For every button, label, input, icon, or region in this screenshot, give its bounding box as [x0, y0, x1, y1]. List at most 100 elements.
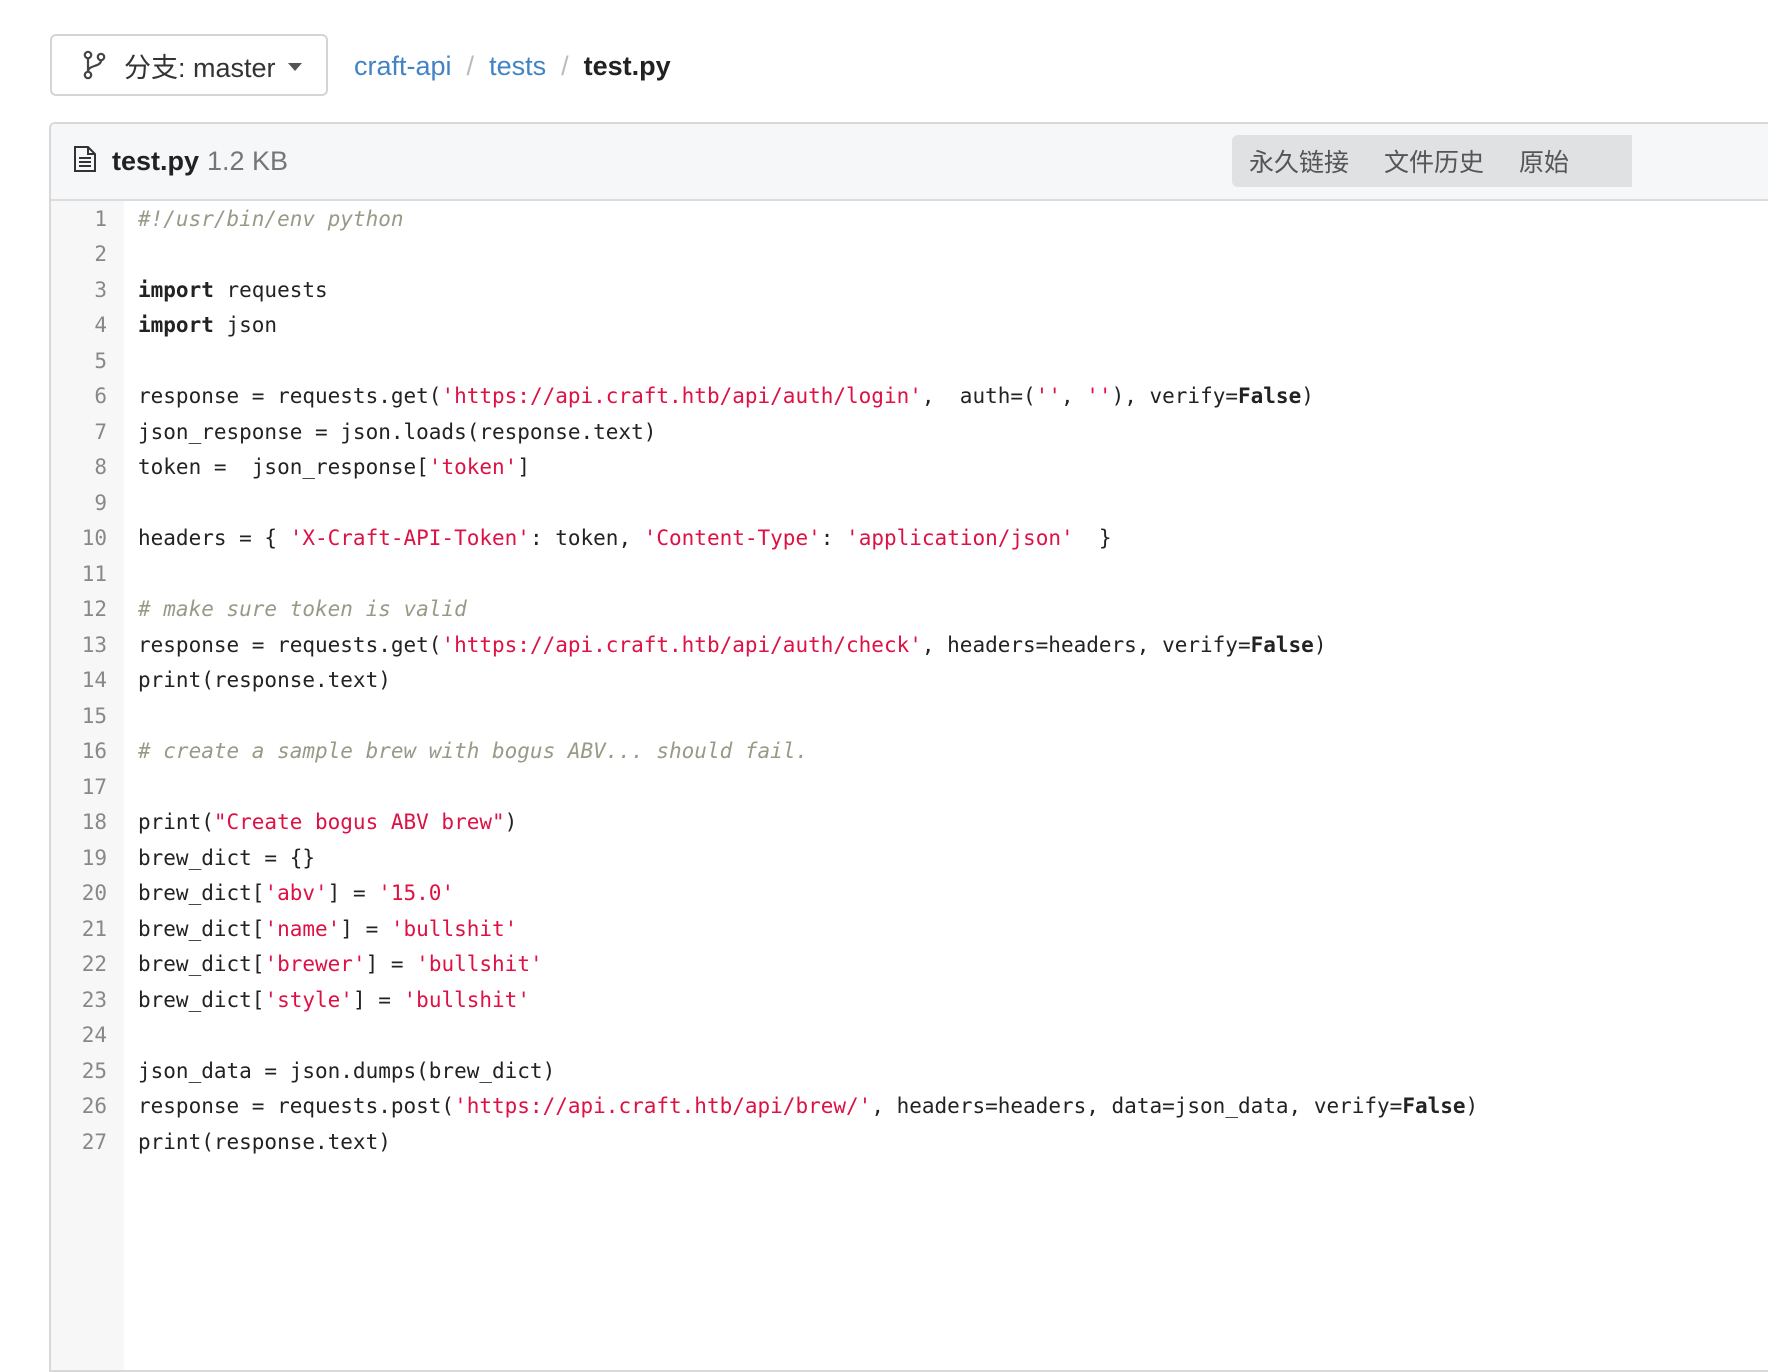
code-token-str: 'bullshit'	[416, 952, 543, 977]
code-line: 6 response = requests.get('https://api.cr…	[51, 379, 1314, 415]
code-token-str: 'X-Craft-API-Token'	[289, 526, 530, 551]
code-token-plain: response = requests.get(	[138, 632, 442, 657]
code-line: 11	[51, 556, 107, 592]
code-token-str: 'bullshit'	[390, 916, 518, 941]
code-token-plain: ), verify=	[1111, 384, 1238, 409]
line-number[interactable]: 16	[51, 739, 107, 763]
code-token-plain: }	[1073, 526, 1112, 551]
code-token-str: 'name'	[264, 916, 341, 941]
line-number[interactable]: 12	[51, 597, 107, 621]
code-token-plain: brew_dict[	[138, 987, 265, 1012]
line-number[interactable]: 2	[51, 242, 107, 266]
code-line: 15	[51, 698, 107, 734]
line-number[interactable]: 21	[51, 917, 107, 941]
code-view: 1 #!/usr/bin/env python 2 3 import requests 4…	[51, 201, 1768, 1370]
code-line: 25 json_data = json.dumps(brew_dict)	[51, 1053, 556, 1089]
code-token-plain: )	[1313, 632, 1327, 657]
line-number[interactable]: 14	[51, 668, 107, 692]
code-line: 10 headers = { 'X-Craft-API-Token': token…	[51, 521, 1112, 557]
code-line: 2	[51, 237, 107, 273]
code-token-plain: ] =	[327, 881, 379, 906]
code-token-str: 'style'	[264, 987, 353, 1012]
breadcrumb-link-folder[interactable]: tests	[489, 51, 546, 82]
code-text: response = requests.post('https://api.cr…	[138, 1094, 1478, 1118]
line-number[interactable]: 7	[51, 420, 107, 444]
code-line: 14 print(response.text)	[51, 663, 391, 699]
code-line: 23 brew_dict['style'] = 'bullshit'	[51, 982, 530, 1018]
line-number[interactable]: 19	[51, 846, 107, 870]
code-text: # create a sample brew with bogus ABV...…	[138, 739, 808, 763]
code-token-plain: ] =	[352, 987, 404, 1012]
code-token-plain: print(response.text)	[138, 668, 391, 693]
line-number[interactable]: 18	[51, 810, 107, 834]
line-number[interactable]: 24	[51, 1023, 107, 1047]
line-number[interactable]: 15	[51, 704, 107, 728]
line-number[interactable]: 17	[51, 775, 107, 799]
line-number[interactable]: 20	[51, 881, 107, 905]
code-token-plain: token = json_response[	[138, 455, 429, 480]
code-text: json_response = json.loads(response.text…	[138, 420, 656, 444]
line-number[interactable]: 8	[51, 455, 107, 479]
file-history-button[interactable]: 文件历史	[1384, 143, 1484, 179]
file-viewer: test.py 1.2 KB 永久链接 文件历史 原始 1 #!/usr/bin/…	[49, 122, 1768, 1372]
branch-label: 分支: master	[124, 52, 276, 83]
code-token-const: False	[1238, 384, 1302, 409]
code-token-plain: )	[1465, 1094, 1479, 1119]
code-token-str: 'https://api.craft.htb/api/auth/login'	[441, 384, 922, 409]
code-line: 24	[51, 1018, 107, 1054]
code-token-plain: , headers=headers, verify=	[921, 632, 1251, 657]
code-token-plain: ] =	[365, 952, 417, 977]
breadcrumb: craft-api / tests / test.py	[354, 40, 671, 92]
code-token-plain: print(response.text)	[138, 1129, 391, 1154]
line-number[interactable]: 9	[51, 491, 107, 515]
code-line: 1 #!/usr/bin/env python	[51, 201, 403, 237]
code-line: 5	[51, 343, 107, 379]
code-token-plain: print(	[138, 810, 214, 835]
code-token-com: #!/usr/bin/env python	[138, 206, 404, 231]
branch-selector-button[interactable]: 分支: master	[50, 34, 328, 96]
breadcrumb-link-repo[interactable]: craft-api	[354, 51, 452, 82]
line-number[interactable]: 5	[51, 349, 107, 373]
line-number[interactable]: 22	[51, 952, 107, 976]
line-number[interactable]: 27	[51, 1130, 107, 1154]
line-number[interactable]: 13	[51, 633, 107, 657]
code-token-com: # make sure token is valid	[138, 597, 467, 622]
code-token-plain: , auth=(	[921, 384, 1036, 409]
code-token-str: "Create bogus ABV brew"	[213, 810, 505, 835]
code-token-plain: ] =	[340, 916, 391, 941]
code-line: 8 token = json_response['token']	[51, 450, 530, 486]
code-line: 3 import requests	[51, 272, 327, 308]
file-header: test.py 1.2 KB 永久链接 文件历史 原始	[51, 124, 1768, 201]
code-token-kw: import	[138, 277, 214, 302]
line-number[interactable]: 4	[51, 313, 107, 337]
code-line: 22 brew_dict['brewer'] = 'bullshit'	[51, 947, 543, 983]
line-number[interactable]: 3	[51, 278, 107, 302]
code-token-const: False	[1250, 632, 1314, 657]
breadcrumb-current-file: test.py	[583, 50, 671, 81]
code-text: import json	[138, 313, 277, 337]
code-token-str: 'application/json'	[846, 526, 1074, 551]
line-number[interactable]: 6	[51, 384, 107, 408]
raw-button[interactable]: 原始	[1519, 143, 1569, 179]
permalink-button[interactable]: 永久链接	[1249, 143, 1349, 179]
code-token-str: 'https://api.craft.htb/api/brew/'	[454, 1094, 872, 1119]
git-branch-icon	[82, 50, 108, 80]
code-token-plain: response = requests.get(	[138, 384, 442, 409]
line-number[interactable]: 26	[51, 1094, 107, 1118]
code-token-plain: requests	[213, 277, 328, 302]
line-number[interactable]: 23	[51, 988, 107, 1012]
code-token-plain: :	[820, 526, 847, 551]
code-token-str: ''	[1035, 384, 1061, 409]
code-line: 16 # create a sample brew with bogus ABV.…	[51, 734, 808, 770]
line-number[interactable]: 25	[51, 1059, 107, 1083]
code-text: #!/usr/bin/env python	[138, 207, 404, 231]
line-number[interactable]: 1	[51, 207, 107, 231]
code-token-str: 'bullshit'	[403, 987, 530, 1012]
code-token-str: 'Content-Type'	[643, 526, 821, 551]
line-number[interactable]: 10	[51, 526, 107, 550]
code-line: 13 response = requests.get('https://api.c…	[51, 627, 1327, 663]
code-text: brew_dict['brewer'] = 'bullshit'	[138, 952, 543, 976]
code-text: response = requests.get('https://api.cra…	[138, 633, 1326, 657]
code-line: 20 brew_dict['abv'] = '15.0'	[51, 876, 454, 912]
line-number[interactable]: 11	[51, 562, 107, 586]
